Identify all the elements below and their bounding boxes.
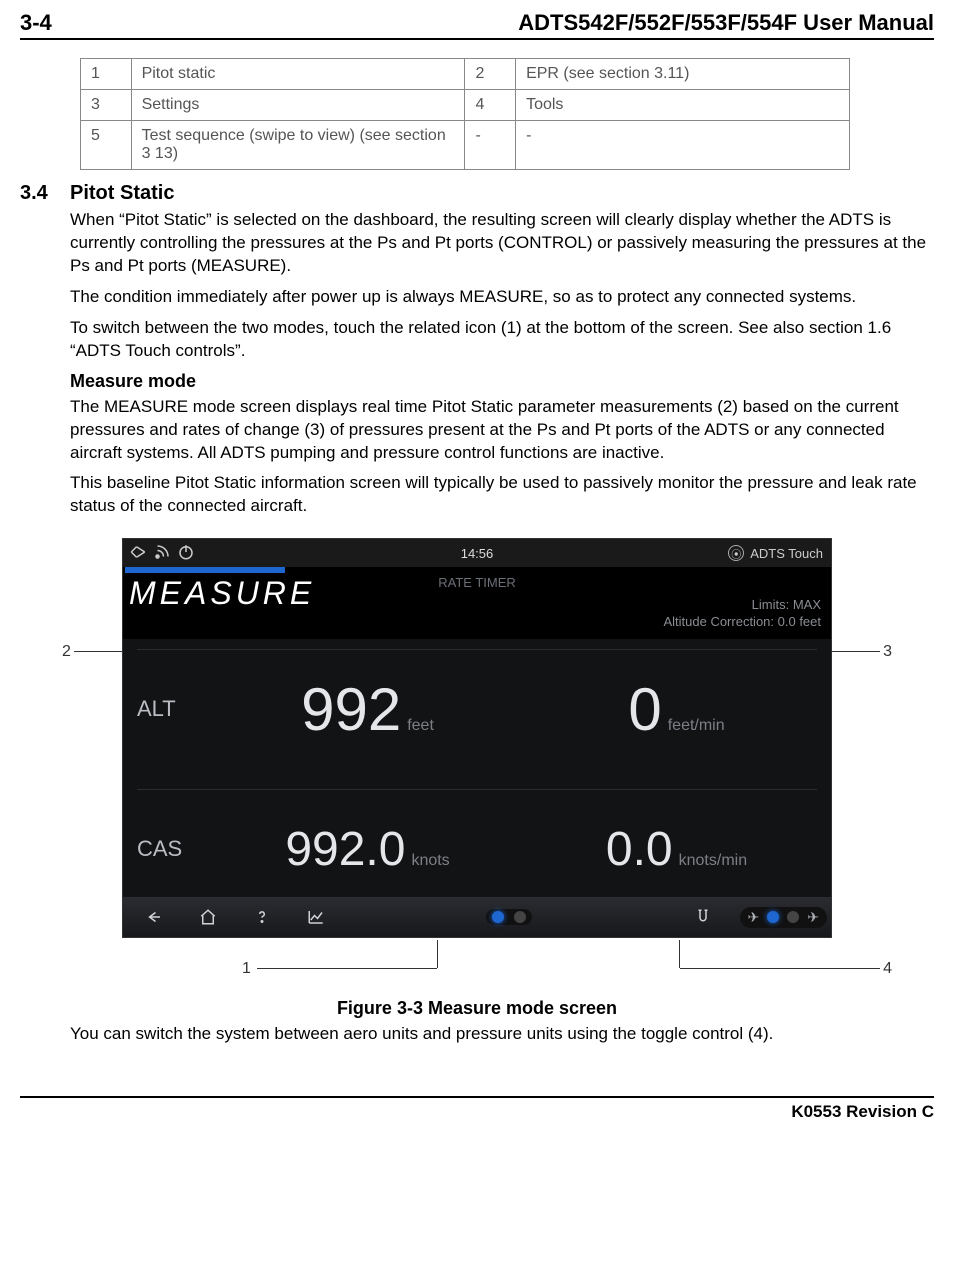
hold-button[interactable]: [676, 901, 730, 933]
readings-area: ALT 992 feet 0 feet/min CAS 992.0: [123, 639, 831, 897]
pressure-dot-icon: [787, 911, 799, 923]
cas-row: CAS 992.0 knots 0.0 knots/min: [123, 789, 831, 909]
legend-num: 1: [81, 59, 132, 90]
connection-icon: [129, 543, 147, 564]
alt-value: 992: [301, 675, 401, 744]
callout-line: [832, 651, 880, 652]
paragraph: This baseline Pitot Static information s…: [70, 472, 934, 518]
cas-rate-unit: knots/min: [679, 852, 747, 870]
legend-label: -: [516, 121, 850, 170]
bottom-toolbar: ✈ ✈: [123, 897, 831, 937]
legend-label: EPR (see section 3.11): [516, 59, 850, 90]
section-heading: 3.4 Pitot Static: [20, 182, 934, 205]
table-row: 5 Test sequence (swipe to view) (see sec…: [81, 121, 850, 170]
brand-label: ⦿ ADTS Touch: [728, 545, 823, 561]
callout-line: [257, 968, 437, 969]
legend-label: Test sequence (swipe to view) (see secti…: [131, 121, 465, 170]
altitude-correction-line: Altitude Correction: 0.0 feet: [663, 614, 821, 631]
table-row: 3 Settings 4 Tools: [81, 90, 850, 121]
section-title: Pitot Static: [70, 182, 174, 205]
mode-label: MEASURE: [129, 575, 315, 612]
back-button[interactable]: [127, 901, 181, 933]
alt-rate-value: 0: [628, 675, 661, 744]
mode-toggle[interactable]: [486, 909, 532, 925]
paragraph: You can switch the system between aero u…: [70, 1023, 934, 1046]
subsection-heading: Measure mode: [70, 371, 934, 392]
callout-line: [74, 651, 122, 652]
cas-value: 992.0: [285, 822, 405, 877]
legend-num: -: [465, 121, 516, 170]
callout-3: 3: [883, 643, 892, 661]
figure-caption: Figure 3-3 Measure mode screen: [20, 998, 934, 1019]
cas-unit: knots: [411, 852, 449, 870]
alt-rate-unit: feet/min: [668, 717, 725, 735]
callout-line: [437, 940, 438, 968]
legend-num: 2: [465, 59, 516, 90]
legend-label: Pitot static: [131, 59, 465, 90]
device-screenshot: 14:56 ⦿ ADTS Touch RATE TIMER MEASURE Li…: [122, 538, 832, 938]
paragraph: The MEASURE mode screen displays real ti…: [70, 396, 934, 465]
paragraph: To switch between the two modes, touch t…: [70, 317, 934, 363]
clock: 14:56: [461, 546, 494, 561]
alt-unit: feet: [407, 717, 434, 735]
callout-line: [679, 940, 680, 968]
power-icon: [177, 543, 195, 564]
paragraph: When “Pitot Static” is selected on the d…: [70, 209, 934, 278]
help-button[interactable]: [235, 901, 289, 933]
page-header: 3-4 ADTS542F/552F/553F/554F User Manual: [20, 10, 934, 40]
callout-2: 2: [62, 643, 71, 661]
page-number: 3-4: [20, 10, 52, 36]
legend-num: 3: [81, 90, 132, 121]
graph-button[interactable]: [289, 901, 343, 933]
callout-line: [680, 968, 880, 969]
legend-label: Settings: [131, 90, 465, 121]
status-bar: 14:56 ⦿ ADTS Touch: [123, 539, 831, 567]
aero-dot-icon: [767, 911, 779, 923]
progress-indicator: [125, 567, 285, 573]
home-button[interactable]: [181, 901, 235, 933]
measure-mode-dot-icon: [492, 911, 504, 923]
limits-info: Limits: MAX Altitude Correction: 0.0 fee…: [663, 597, 821, 631]
callout-4: 4: [883, 960, 892, 978]
limits-line: Limits: MAX: [663, 597, 821, 614]
legend-label: Tools: [516, 90, 850, 121]
alt-label: ALT: [123, 696, 213, 722]
satellite-icon: [153, 543, 171, 564]
brand-text: ADTS Touch: [750, 546, 823, 561]
cas-rate-value: 0.0: [606, 822, 673, 877]
aero-units-icon: ✈: [748, 909, 760, 926]
paragraph: The condition immediately after power up…: [70, 286, 934, 309]
control-mode-dot-icon: [514, 911, 526, 923]
alt-row: ALT 992 feet 0 feet/min: [123, 649, 831, 769]
table-row: 1 Pitot static 2 EPR (see section 3.11): [81, 59, 850, 90]
units-toggle[interactable]: ✈ ✈: [740, 907, 827, 928]
pressure-units-icon: ✈: [807, 909, 819, 926]
cas-label: CAS: [123, 836, 213, 862]
brand-logo-icon: ⦿: [728, 545, 744, 561]
legend-num: 4: [465, 90, 516, 121]
figure: 2 3 1 4: [62, 538, 892, 988]
section-number: 3.4: [20, 182, 70, 205]
callout-1: 1: [242, 960, 251, 978]
legend-table: 1 Pitot static 2 EPR (see section 3.11) …: [80, 58, 850, 170]
page-footer: K0553 Revision C: [20, 1096, 934, 1122]
legend-num: 5: [81, 121, 132, 170]
manual-title: ADTS542F/552F/553F/554F User Manual: [518, 10, 934, 36]
